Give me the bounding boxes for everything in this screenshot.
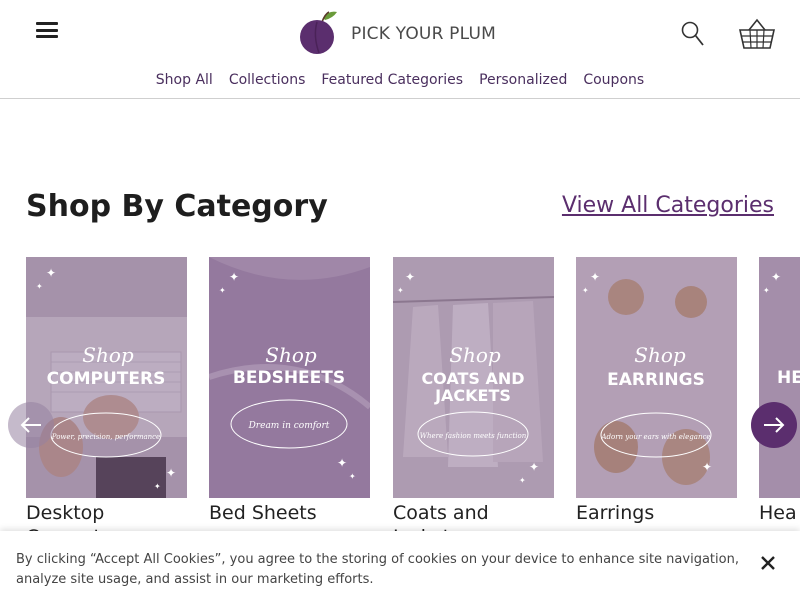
category-card-earrings[interactable]: ✦ ✦ ✦ Shop EARRINGS Adorn your ears with… <box>576 257 737 525</box>
card-shop-script: Shop <box>449 343 501 367</box>
carousel-next-button[interactable] <box>751 402 797 448</box>
category-card-coats-and-jackets[interactable]: ✦ ✦ ✦ ✦ Shop COATS AND JACKETS Where fas… <box>393 257 554 547</box>
arrow-right-icon <box>764 417 785 433</box>
svg-text:✦: ✦ <box>405 270 415 284</box>
nav-personalized[interactable]: Personalized <box>471 72 575 88</box>
category-card-partial[interactable]: ✦ ✦ HE Hea <box>759 257 800 525</box>
category-image: ✦ ✦ ✦ ✦ Shop COMPUTERS Power, precision,… <box>26 257 187 498</box>
search-icon[interactable] <box>681 20 705 48</box>
category-image: ✦ ✦ ✦ Shop EARRINGS Adorn your ears with… <box>576 257 737 498</box>
category-title: Earrings <box>576 502 655 524</box>
arrow-left-icon <box>20 417 41 433</box>
close-icon[interactable] <box>758 553 778 573</box>
card-shop-script: Shop <box>265 343 317 367</box>
brand-logo[interactable]: PICK YOUR PLUM <box>299 10 496 56</box>
card-heading: COMPUTERS <box>47 369 166 389</box>
section-title: Shop By Category <box>26 189 328 224</box>
card-heading: EARRINGS <box>607 370 705 390</box>
category-card-bed-sheets[interactable]: ✦ ✦ ✦ ✦ Shop BEDSHEETS Dream in comfort … <box>209 257 370 525</box>
nav-shop-all[interactable]: Shop All <box>148 72 221 88</box>
svg-text:✦: ✦ <box>36 282 43 291</box>
svg-text:✦: ✦ <box>582 286 589 295</box>
svg-text:✦: ✦ <box>763 286 770 295</box>
brand-name: PICK YOUR PLUM <box>351 24 496 44</box>
svg-text:✦: ✦ <box>229 270 239 284</box>
svg-text:✦: ✦ <box>529 460 539 474</box>
basket-icon[interactable] <box>738 18 776 50</box>
cookie-consent-text: By clicking “Accept All Cookies”, you ag… <box>16 552 739 587</box>
nav-coupons[interactable]: Coupons <box>575 72 652 88</box>
card-heading: HE <box>777 368 800 388</box>
category-image: ✦ ✦ ✦ ✦ Shop BEDSHEETS Dream in comfort <box>209 257 370 498</box>
plum-logo-icon <box>300 11 337 54</box>
card-shop-script: Shop <box>634 343 686 367</box>
category-image: ✦ ✦ HE <box>759 257 800 498</box>
category-image: ✦ ✦ ✦ ✦ Shop COATS AND JACKETS Where fas… <box>393 257 554 498</box>
category-title: Hea <box>759 502 797 524</box>
cookie-banner: By clicking “Accept All Cookies”, you ag… <box>0 531 800 600</box>
svg-text:✦: ✦ <box>337 456 347 470</box>
site-header: PICK YOUR PLUM Shop All Collections Feat… <box>0 0 800 99</box>
main-nav: Shop All Collections Featured Categories… <box>0 72 800 88</box>
svg-text:✦: ✦ <box>590 270 600 284</box>
card-heading-line2: JACKETS <box>434 386 511 405</box>
view-all-categories-link[interactable]: View All Categories <box>562 193 774 218</box>
card-tagline: Where fashion meets function <box>420 432 527 440</box>
svg-text:✦: ✦ <box>771 270 781 284</box>
category-carousel: ✦ ✦ ✦ ✦ Shop COMPUTERS Power, precision,… <box>26 257 800 547</box>
card-heading: BEDSHEETS <box>233 368 345 388</box>
svg-text:✦: ✦ <box>166 466 176 480</box>
svg-text:✦: ✦ <box>154 482 161 491</box>
svg-text:✦: ✦ <box>519 476 526 485</box>
category-card-desktop-computers[interactable]: ✦ ✦ ✦ ✦ Shop COMPUTERS Power, precision,… <box>26 257 187 547</box>
nav-featured-categories[interactable]: Featured Categories <box>313 72 471 88</box>
category-title: Bed Sheets <box>209 502 317 524</box>
svg-text:✦: ✦ <box>702 460 712 474</box>
carousel-prev-button[interactable] <box>8 402 54 448</box>
svg-text:✦: ✦ <box>219 286 226 295</box>
hamburger-menu-icon[interactable] <box>36 22 58 38</box>
card-shop-script: Shop <box>82 343 134 367</box>
card-tagline: Adorn your ears with elegance <box>600 433 710 441</box>
svg-text:✦: ✦ <box>46 266 56 280</box>
nav-collections[interactable]: Collections <box>221 72 314 88</box>
svg-text:✦: ✦ <box>349 472 356 481</box>
card-tagline: Dream in comfort <box>248 421 330 431</box>
card-tagline: Power, precision, performance <box>51 433 160 441</box>
svg-text:✦: ✦ <box>397 286 404 295</box>
